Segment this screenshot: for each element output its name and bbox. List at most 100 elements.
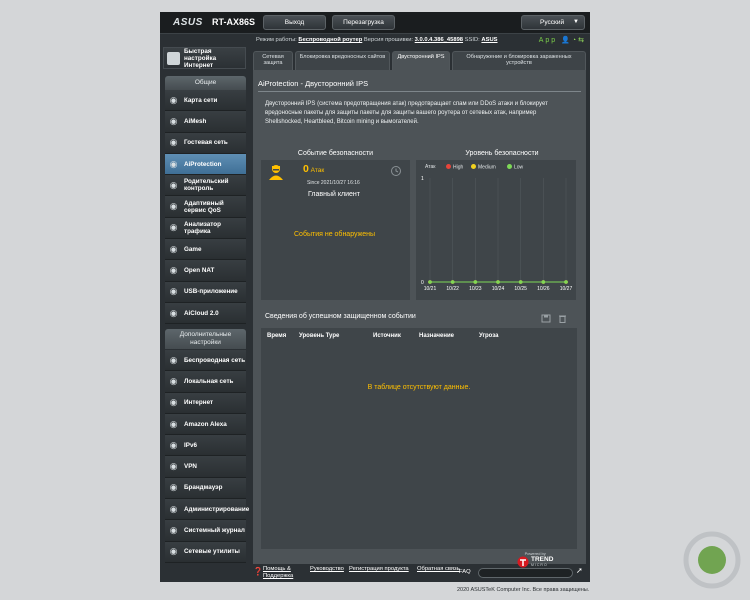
ipv6-icon: ◉ [169, 439, 178, 450]
col-destination: Назначение [419, 333, 455, 339]
cloud-icon: ◉ [169, 307, 178, 318]
sidebar-item-cloud[interactable]: ◉ AiCloud 2.0 [165, 302, 246, 325]
sidebar-item-label: Карта сети [184, 96, 218, 104]
sidebar-item-globe[interactable]: ◉ Интернет [165, 392, 246, 414]
attack-counter: 0 Атак [303, 163, 324, 175]
manual-link[interactable]: Руководство [310, 566, 344, 572]
sidebar-item-label: Game [184, 245, 202, 253]
legend-low-dot [507, 164, 512, 169]
faq-search-arrow-icon[interactable]: ➚ [576, 566, 583, 575]
status-bar: Режим работы: Беспроводной роутер Версия… [256, 37, 586, 47]
firmware-label: Версия прошивки: [363, 37, 414, 43]
guest-network-icon: ◉ [169, 137, 178, 148]
sidebar-item-firewall[interactable]: ◉ Брандмауэр [165, 477, 246, 500]
language-select[interactable]: Русский ▼ [521, 15, 585, 30]
quick-internet-setup-button[interactable]: Быстрая настройка Интернет [163, 47, 246, 69]
user-icon[interactable]: 👤 [561, 37, 572, 44]
sidebar-item-label: Системный журнал [184, 527, 245, 535]
sidebar-item-label: AiProtection [184, 160, 222, 168]
firmware-link[interactable]: 3.0.0.4.386_45898 [415, 37, 463, 43]
sidebar-item-label: Брандмауэр [184, 484, 223, 492]
language-value: Русский [540, 19, 565, 26]
security-level-chart: 0110/21 10/22 10/23 10/24 10/25 10/26 10/27 [421, 176, 572, 292]
sidebar-item-shield[interactable]: ◉ AiProtection [165, 153, 246, 176]
save-icon[interactable] [541, 314, 551, 323]
sidebar-item-system-log[interactable]: ◉ Системный журнал [165, 520, 246, 542]
sidebar-item-network-tools[interactable]: ◉ Сетевые утилиты [165, 541, 246, 563]
legend-high-dot [446, 164, 451, 169]
x-tick-label: 10/22 [446, 286, 459, 292]
sidebar-item-guest-network[interactable]: ◉ Гостевая сеть [165, 132, 246, 154]
since-date: Since 2021/10/27 16:16 [307, 180, 360, 186]
x-tick-label: 10/21 [424, 286, 437, 292]
sidebar-item-wireless[interactable]: ◉ Беспроводная сеть [165, 350, 246, 372]
data-point-low [518, 280, 523, 284]
sidebar-item-gamepad[interactable]: ◉ Game [165, 239, 246, 261]
feedback-link[interactable]: Обратная связь [417, 566, 460, 572]
qos-icon: ◉ [169, 201, 178, 212]
faq-search-input[interactable] [478, 568, 573, 578]
data-point-low [564, 280, 568, 284]
sidebar-item-parental-control[interactable]: ◉ Родительский контроль [165, 175, 246, 197]
tab-bar: Сетевая защита Блокировка вредоносных са… [253, 51, 586, 70]
system-log-icon: ◉ [169, 525, 178, 536]
security-event-title: Событие безопасности [297, 150, 374, 157]
sidebar-item-label: Amazon Alexa [184, 420, 227, 428]
x-tick-label: 10/23 [469, 286, 482, 292]
usb-status-icon[interactable]: ⇆ [578, 37, 586, 44]
globe-icon: ◉ [169, 397, 178, 408]
sidebar-item-ipv6[interactable]: ◉ IPv6 [165, 435, 246, 457]
tab-infected-device-blocking[interactable]: Обнаружение и блокировка зараженных устр… [452, 51, 586, 70]
page-title: AiProtection - Двусторонний IPS [258, 79, 369, 88]
ssid-link[interactable]: ASUS [481, 37, 497, 43]
sidebar-item-network-map[interactable]: ◉ Карта сети [165, 90, 246, 112]
sidebar-item-label: IPv6 [184, 441, 197, 449]
sidebar-item-aimesh[interactable]: ◉ AiMesh [165, 111, 246, 133]
main-client-label: Главный клиент [308, 191, 360, 198]
sidebar-item-label: Адаптивный сервис QoS [184, 199, 224, 214]
chevron-down-icon: ▼ [573, 19, 579, 25]
sidebar-item-traffic-analyzer[interactable]: ◉ Анализатор трафика [165, 217, 246, 240]
tab-two-way-ips[interactable]: Двусторонний IPS [392, 51, 450, 70]
no-events-message: События не обнаружены [294, 231, 376, 238]
sidebar-item-lan[interactable]: ◉ Локальная сеть [165, 371, 246, 393]
product-registration-link[interactable]: Регистрация продукта [349, 566, 409, 572]
footer: ❓ Помощь & Поддержка Руководство Регистр… [253, 566, 586, 582]
logout-button[interactable]: Выход [263, 15, 326, 30]
sidebar-item-label: VPN [184, 463, 197, 471]
sidebar-item-admin[interactable]: ◉ Администрирование [165, 499, 249, 521]
sidebar-item-alexa[interactable]: ◉ Amazon Alexa [165, 413, 246, 436]
asus-logo: ASUS [173, 17, 203, 28]
sidebar-item-usb[interactable]: ◉ USB-приложение [165, 281, 246, 303]
data-point-low [496, 280, 500, 284]
y-tick-label: 1 [421, 176, 424, 182]
mode-link[interactable]: Беспроводной роутер [298, 37, 362, 43]
help-support-link[interactable]: Помощь & Поддержка [263, 566, 307, 580]
x-tick-label: 10/25 [514, 286, 527, 292]
sidebar-item-vpn[interactable]: ◉ VPN [165, 456, 246, 478]
sidebar-item-label: Родительский контроль [184, 178, 229, 193]
network-tools-icon: ◉ [169, 546, 178, 557]
reboot-button[interactable]: Перезагрузка [332, 15, 395, 30]
history-icon[interactable] [390, 165, 402, 177]
firewall-icon: ◉ [169, 482, 178, 493]
sidebar-item-label: Интернет [184, 399, 214, 407]
sidebar-item-open-nat[interactable]: ◉ Open NAT [165, 260, 246, 282]
sidebar-item-label: Анализатор трафика [184, 220, 221, 235]
data-point-low [473, 280, 478, 284]
data-point-low [450, 280, 455, 284]
sidebar-item-label: USB-приложение [184, 288, 238, 296]
sidebar-item-label: Локальная сеть [184, 377, 234, 385]
open-nat-icon: ◉ [169, 265, 178, 276]
status-icons: App 👤◔⇆ [539, 36, 586, 44]
trash-icon[interactable] [558, 314, 567, 323]
x-tick-label: 10/26 [537, 286, 550, 292]
app-link[interactable]: App [539, 37, 557, 44]
tab-malicious-sites[interactable]: Блокировка вредоносных сайтов [295, 51, 390, 70]
traffic-analyzer-icon: ◉ [169, 222, 178, 233]
sidebar-item-qos[interactable]: ◉ Адаптивный сервис QoS [165, 196, 246, 218]
tab-network-protection[interactable]: Сетевая защита [253, 51, 293, 70]
copyright: 2020 ASUSTeK Computer Inc. Все права защ… [457, 587, 590, 593]
sidebar-item-label: Open NAT [184, 267, 215, 275]
ssid-label: SSID: [464, 37, 480, 43]
